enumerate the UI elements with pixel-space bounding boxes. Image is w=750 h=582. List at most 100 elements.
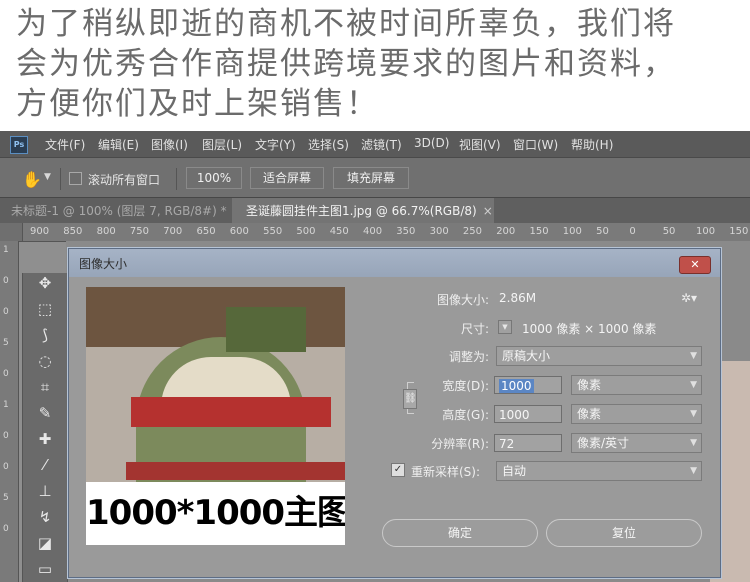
ruler-tick-label: 600	[229, 226, 249, 237]
document-tabs: 未标题-1 @ 100% (图层 7, RGB/8#) * 圣诞藤圆挂件主图1.…	[0, 197, 750, 224]
scroll-all-windows-label: 滚动所有窗口	[88, 173, 161, 187]
ruler-tick-label: 750	[129, 226, 149, 237]
menu-layer[interactable]: 图层(L)	[202, 136, 242, 153]
crop-tool-icon[interactable]: ⌗	[35, 377, 55, 397]
tab-label: 未标题-1 @ 100% (图层 7, RGB/8#) *	[11, 204, 227, 218]
chevron-down-icon[interactable]: ▼	[44, 172, 51, 182]
ruler-tick-label: 900	[30, 226, 50, 237]
gradient-tool-icon[interactable]: ▭	[35, 559, 55, 579]
chevron-down-icon: ▼	[690, 351, 697, 361]
resolution-input[interactable]: 72	[494, 434, 562, 452]
chevron-down-icon: ▼	[690, 409, 697, 419]
menu-help[interactable]: 帮助(H)	[571, 136, 613, 153]
fit-screen-button[interactable]: 适合屏幕	[250, 167, 324, 189]
close-icon[interactable]: ×	[483, 198, 493, 224]
tools-panel: ✥ ⬚ ⟆ ◌ ⌗ ✎ ✚ ⁄ ⊥ ↯ ◪ ▭	[22, 273, 68, 582]
ruler-tick-label: 0	[3, 276, 9, 286]
width-input[interactable]: 1000	[494, 376, 562, 394]
chevron-down-icon: ▼	[690, 380, 697, 390]
ruler-tick-label: 0	[3, 307, 9, 317]
divider	[176, 168, 177, 190]
menu-image[interactable]: 图像(I)	[151, 136, 188, 153]
fit-to-select[interactable]: 原稿大小 ▼	[496, 346, 702, 366]
ruler-tick-label: 550	[263, 226, 283, 237]
move-tool-icon[interactable]: ✥	[35, 273, 55, 293]
eraser-tool-icon[interactable]: ◪	[35, 533, 55, 553]
ruler-tick-label: 150	[529, 226, 549, 237]
resample-value: 自动	[502, 464, 527, 478]
history-brush-tool-icon[interactable]: ↯	[35, 507, 55, 527]
resolution-unit-select[interactable]: 像素/英寸 ▼	[571, 433, 702, 453]
fit-to-label: 调整为:	[448, 350, 489, 364]
photoshop-window: Ps 文件(F) 编辑(E) 图像(I) 图层(L) 文字(Y) 选择(S) 滤…	[0, 131, 750, 582]
vertical-ruler: 1 0 0 5 0 1 0 0 5 0	[0, 241, 19, 582]
photoshop-logo-icon: Ps	[10, 136, 28, 154]
ok-button[interactable]: 确定	[382, 519, 538, 547]
tab-untitled[interactable]: 未标题-1 @ 100% (图层 7, RGB/8#) *	[0, 198, 232, 224]
ruler-tick-label: 850	[63, 226, 83, 237]
quick-select-tool-icon[interactable]: ◌	[35, 351, 55, 371]
ruler-tick-label: 650	[196, 226, 216, 237]
preview-bow	[226, 307, 306, 352]
tab-christmas-image[interactable]: 圣诞藤圆挂件主图1.jpg @ 66.7%(RGB/8) ×	[232, 198, 494, 224]
reset-button[interactable]: 复位	[546, 519, 702, 547]
ruler-tick-label: 350	[396, 226, 416, 237]
zoom-100-button[interactable]: 100%	[186, 167, 242, 189]
dimensions-value: 1000 像素 × 1000 像素	[522, 322, 657, 336]
gear-icon[interactable]: ✲▾	[681, 291, 697, 305]
resample-label: 重新采样(S):	[411, 465, 481, 479]
close-button[interactable]: ✕	[679, 256, 711, 274]
ruler-tick-label: 0	[3, 431, 9, 441]
horizontal-ruler: 900 850 800 750 700 650 600 550 500 450 400 350 300 2…	[0, 223, 750, 242]
resample-checkbox[interactable]: ✓	[391, 463, 405, 477]
dimensions-dropdown[interactable]: ▼	[498, 320, 512, 334]
fill-screen-button[interactable]: 填充屏幕	[333, 167, 409, 189]
lasso-tool-icon[interactable]: ⟆	[35, 325, 55, 345]
menu-type[interactable]: 文字(Y)	[255, 136, 296, 153]
image-size-dialog: 图像大小 ✕ 1000*1000主图 图像大小: 2.86M ✲▾ 尺寸: ▼ …	[68, 248, 721, 578]
ruler-tick-label: 300	[429, 226, 449, 237]
menu-window[interactable]: 窗口(W)	[513, 136, 558, 153]
image-preview[interactable]: 1000*1000主图	[86, 287, 345, 545]
resample-select[interactable]: 自动 ▼	[496, 461, 702, 481]
ruler-tick-label: 50	[596, 226, 609, 237]
healing-brush-tool-icon[interactable]: ✚	[35, 429, 55, 449]
preview-photo	[86, 287, 345, 507]
resolution-unit-value: 像素/英寸	[577, 436, 630, 450]
ruler-tick-label: 50	[662, 226, 676, 237]
brush-tool-icon[interactable]: ⁄	[35, 455, 55, 475]
ruler-tick-label: 5	[3, 338, 9, 348]
preview-red-stripe	[131, 397, 331, 427]
ruler-tick-label: 1	[3, 245, 9, 255]
ruler-tick-label: 450	[329, 226, 349, 237]
ruler-tick-label: 150	[729, 226, 749, 237]
menu-select[interactable]: 选择(S)	[308, 136, 349, 153]
scroll-all-windows-checkbox[interactable]	[69, 172, 82, 185]
menu-file[interactable]: 文件(F)	[45, 136, 85, 153]
height-unit-value: 像素	[577, 407, 602, 421]
width-label: 宽度(D):	[442, 379, 489, 393]
dialog-titlebar[interactable]: 图像大小 ✕	[69, 249, 720, 277]
ruler-corner	[0, 223, 23, 241]
width-unit-select[interactable]: 像素 ▼	[571, 375, 702, 395]
ruler-tick-label: 500	[296, 226, 316, 237]
menu-filter[interactable]: 滤镜(T)	[361, 136, 402, 153]
clone-stamp-tool-icon[interactable]: ⊥	[35, 481, 55, 501]
width-value: 1000	[499, 379, 534, 393]
marquee-tool-icon[interactable]: ⬚	[35, 299, 55, 319]
chevron-down-icon: ▼	[690, 438, 697, 448]
menu-3d[interactable]: 3D(D)	[414, 136, 449, 150]
ruler-tick-label: 400	[363, 226, 383, 237]
menu-bar: Ps 文件(F) 编辑(E) 图像(I) 图层(L) 文字(Y) 选择(S) 滤…	[0, 131, 750, 157]
height-input[interactable]: 1000	[494, 405, 562, 423]
resolution-label: 分辨率(R):	[431, 437, 489, 451]
ruler-tick-label: 100	[562, 226, 582, 237]
dimensions-label: 尺寸:	[460, 322, 489, 336]
menu-edit[interactable]: 编辑(E)	[98, 136, 139, 153]
hand-tool-icon[interactable]: ✋	[22, 170, 42, 190]
width-unit-value: 像素	[577, 378, 602, 392]
ruler-tick-label: 200	[496, 226, 516, 237]
height-unit-select[interactable]: 像素 ▼	[571, 404, 702, 424]
eyedropper-tool-icon[interactable]: ✎	[35, 403, 55, 423]
menu-view[interactable]: 视图(V)	[459, 136, 501, 153]
